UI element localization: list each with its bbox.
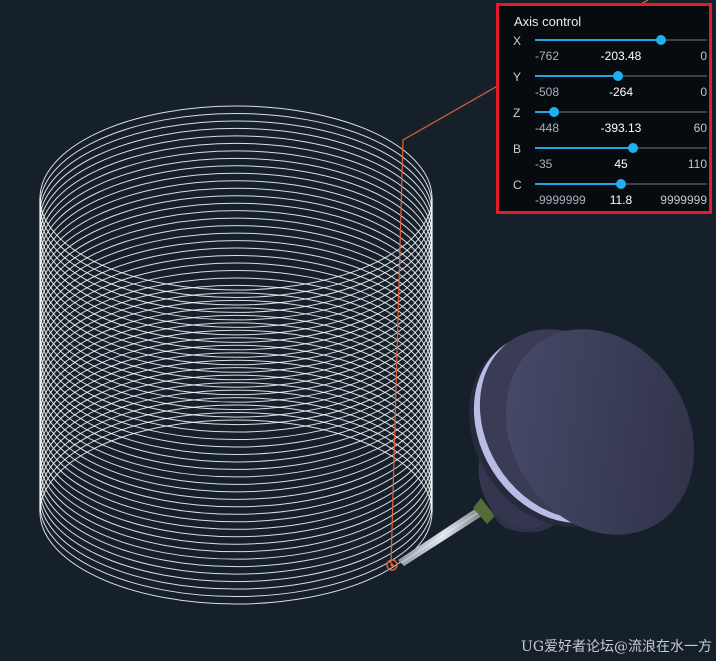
panel-title: Axis control (514, 14, 582, 29)
axis-z-thumb[interactable] (548, 107, 559, 117)
toolpath-loop (39, 262, 433, 448)
axis-b-thumb[interactable] (628, 143, 639, 153)
toolpath-loop (39, 225, 433, 411)
toolpath-loop (39, 337, 433, 523)
toolpath-loop (39, 374, 433, 560)
cutting-tool (398, 329, 695, 566)
toolpath-loop (39, 307, 433, 493)
axis-x-slider[interactable] (535, 35, 707, 45)
toolpath-loop (39, 105, 433, 291)
toolpath-loop (39, 397, 433, 583)
toolpath-loop (39, 112, 433, 298)
axis-z-label: Z (513, 106, 521, 120)
axis-x-control: X -762 -203.48 0 (513, 34, 707, 63)
axis-control-panel: Axis control X -762 -203.48 0 Y -508 -26… (496, 3, 712, 214)
toolpath-loop (39, 277, 433, 463)
axis-b-slider[interactable] (535, 143, 707, 153)
toolpath-loop (39, 127, 433, 313)
toolpath-loop (39, 359, 433, 545)
toolpath-loop (39, 187, 433, 373)
toolpath-loop (39, 217, 433, 403)
axis-y-max: 0 (700, 85, 707, 99)
axis-c-thumb[interactable] (616, 179, 626, 189)
toolpath-loop (39, 329, 433, 515)
toolpath-loop (39, 180, 433, 366)
axis-y-label: Y (513, 70, 522, 84)
toolpath-loop (39, 240, 433, 426)
axis-z-min: -448 (535, 121, 560, 135)
axis-z-slider[interactable] (535, 107, 707, 117)
toolpath-loop (39, 150, 433, 336)
toolpath-loop (39, 269, 433, 455)
axis-c-min: -9999999 (535, 193, 586, 207)
toolpath-loop (39, 412, 433, 598)
axis-b-label: B (513, 142, 522, 156)
toolpath-loop (39, 255, 433, 441)
axis-c-control: C -9999999 11.8 9999999 (513, 178, 707, 207)
axis-z-control: Z -448 -393.13 60 (513, 106, 707, 135)
toolpath-loop (39, 284, 433, 470)
toolpath-loop (39, 419, 433, 605)
axis-x-min: -762 (535, 49, 560, 63)
watermark: UG爱好者论坛@流浪在水一方 (521, 639, 712, 655)
toolpath-loop (39, 299, 433, 485)
toolpath-loop (39, 172, 433, 358)
axis-b-max: 110 (687, 157, 707, 171)
axis-z-max: 60 (693, 121, 707, 135)
axis-x-thumb[interactable] (655, 35, 666, 45)
toolpath-loop (39, 352, 433, 538)
toolpath-loop (39, 210, 433, 396)
toolpath-loop (39, 157, 433, 343)
toolpath-loop (39, 142, 433, 328)
toolpath-loop (39, 389, 433, 575)
axis-x-label: X (513, 34, 522, 48)
axis-c-slider[interactable] (535, 179, 707, 189)
toolpath-cylinder (39, 105, 433, 605)
axis-y-min: -508 (535, 85, 560, 99)
toolpath-loop (39, 404, 433, 590)
toolpath-loop (39, 135, 433, 321)
toolpath-loop (39, 344, 433, 530)
axis-c-max: 9999999 (660, 193, 707, 207)
toolpath-loop (39, 120, 433, 306)
toolpath-loop (39, 247, 433, 433)
toolpath-loop (39, 195, 433, 381)
toolpath-loop (39, 367, 433, 553)
toolpath-loop (39, 292, 433, 478)
axis-c-label: C (513, 178, 522, 192)
axis-y-control: Y -508 -264 0 (513, 70, 707, 99)
axis-y-slider[interactable] (535, 71, 707, 81)
axis-b-control: B -35 45 110 (513, 142, 707, 171)
toolpath-loop (39, 232, 433, 418)
toolpath-loop (39, 322, 433, 508)
toolpath-loop (39, 202, 433, 388)
toolpath-loop (39, 382, 433, 568)
toolpath-loop (39, 165, 433, 351)
axis-y-thumb[interactable] (612, 71, 623, 81)
axis-b-min: -35 (535, 157, 553, 171)
toolpath-loop (39, 314, 433, 500)
axis-x-max: 0 (700, 49, 707, 63)
